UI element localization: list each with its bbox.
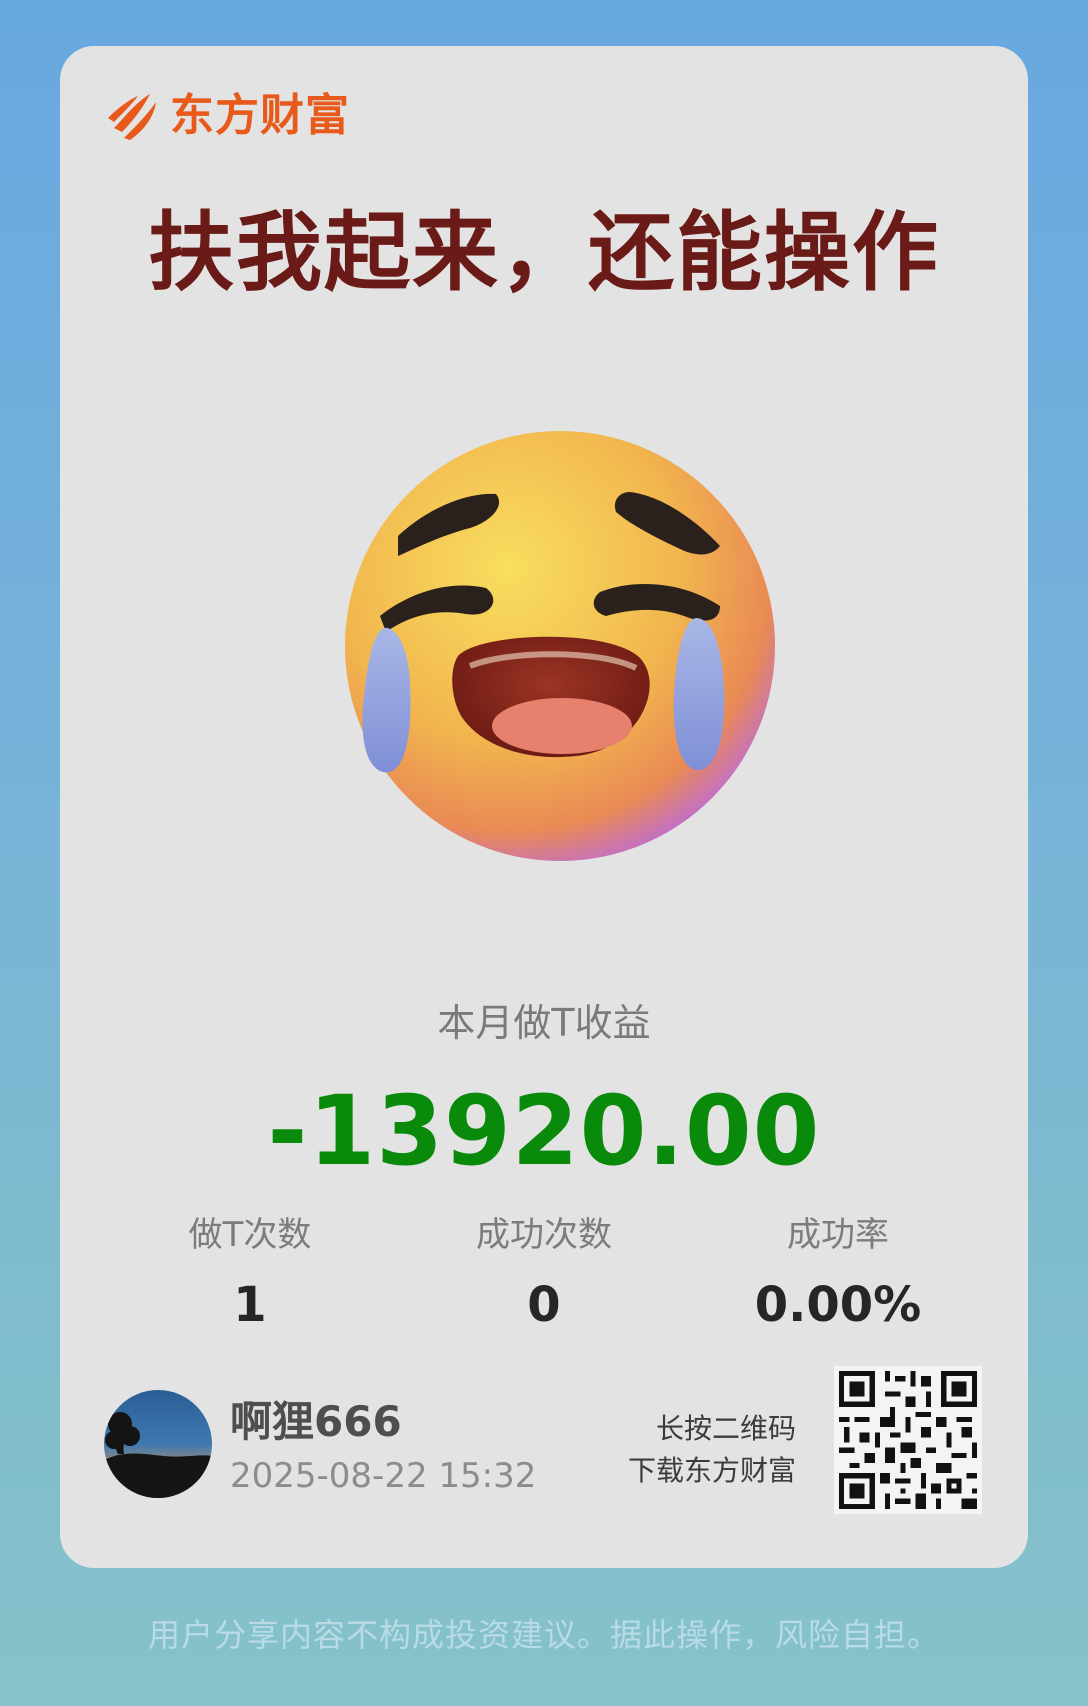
profit-label: 本月做T收益 [437, 1001, 651, 1045]
eastmoney-logo-icon [108, 94, 156, 140]
share-card: 东方财富 扶我起来，还能操作 本月做T收益 -13920.00 做T次数 1 成… [60, 46, 1028, 1568]
qr-code-icon[interactable] [834, 1366, 982, 1514]
stat-label: 成功次数 [476, 1215, 612, 1255]
avatar[interactable] [104, 1390, 212, 1498]
stat-value: 0.00% [754, 1277, 922, 1333]
brand-name: 东方财富 [170, 90, 350, 141]
stat-success-rate: 成功率 0.00% [688, 1211, 988, 1333]
stat-value: 0 [527, 1277, 561, 1333]
loudly-crying-face-icon [300, 396, 820, 916]
qr-hint: 长按二维码 下载东方财富 [628, 1408, 796, 1492]
profit-value: -13920.00 [267, 1075, 821, 1187]
headline: 扶我起来，还能操作 [148, 203, 940, 303]
stat-label: 做T次数 [188, 1215, 312, 1255]
timestamp: 2025-08-22 15:32 [230, 1456, 537, 1496]
disclaimer: 用户分享内容不构成投资建议。据此操作，风险自担。 [147, 1616, 940, 1654]
stat-label: 成功率 [787, 1215, 889, 1255]
qr-hint-line2: 下载东方财富 [627, 1454, 796, 1487]
qr-hint-line1: 长按二维码 [655, 1412, 796, 1445]
stat-trade-count: 做T次数 1 [100, 1211, 400, 1333]
stat-value: 1 [233, 1277, 267, 1333]
username: 啊狸666 [230, 1397, 402, 1446]
stats-row: 做T次数 1 成功次数 0 成功率 0.00% [60, 1211, 1028, 1341]
share-footer: 啊狸666 2025-08-22 15:32 长按二维码 下载东方财富 [60, 1366, 1028, 1526]
stat-success-count: 成功次数 0 [394, 1211, 694, 1333]
brand-header: 东方财富 [104, 86, 350, 146]
